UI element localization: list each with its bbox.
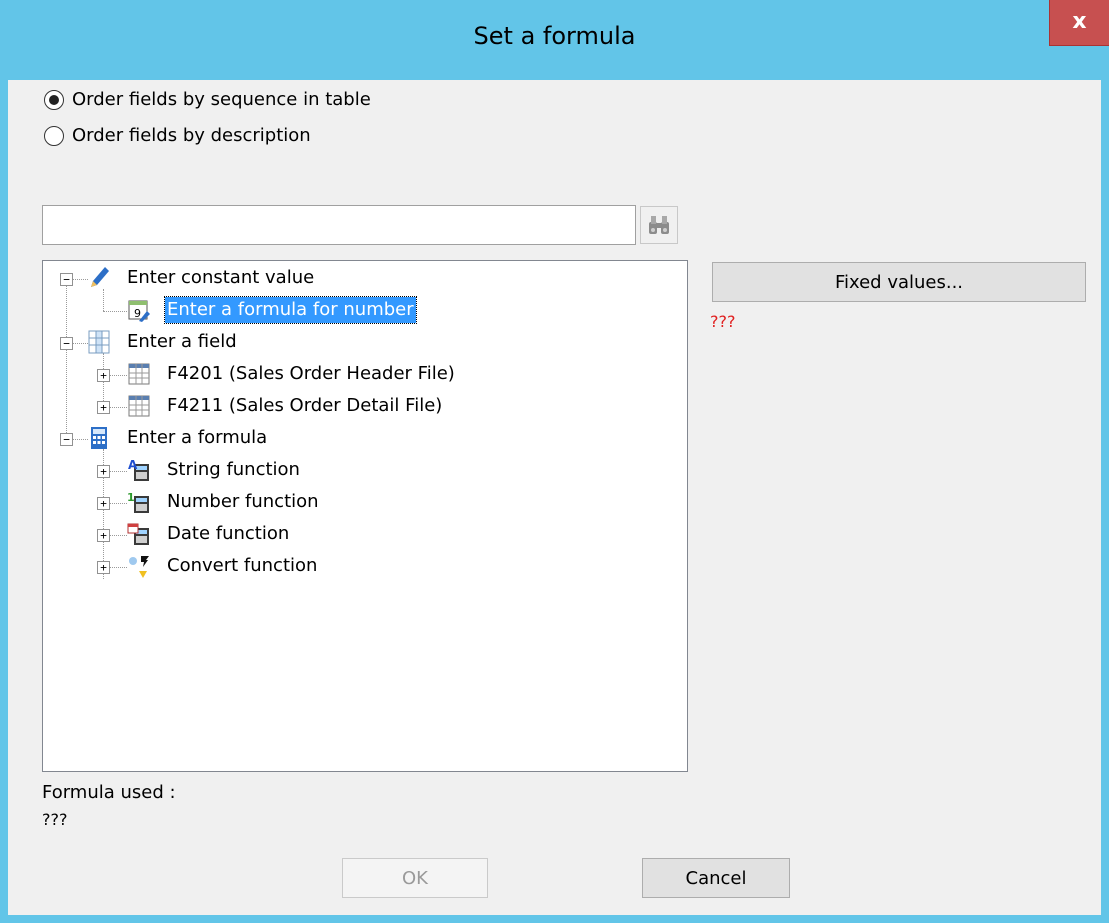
order-by-sequence-radio[interactable] xyxy=(44,89,64,110)
calculator-icon xyxy=(91,427,107,449)
title-bar[interactable]: Set a formula x xyxy=(0,0,1109,80)
order-by-description-option[interactable]: Order fields by description xyxy=(44,125,311,146)
dialog-window: Set a formula x Order fields by sequence… xyxy=(0,0,1109,923)
status-text: ??? xyxy=(710,312,736,331)
formula-used-label: Formula used : xyxy=(42,782,176,803)
expand-icon[interactable]: + xyxy=(97,401,110,414)
order-by-description-radio[interactable] xyxy=(44,125,64,146)
cancel-button[interactable]: Cancel xyxy=(642,858,790,898)
number-formula-icon: 9 xyxy=(128,300,150,322)
table-icon xyxy=(128,363,150,385)
tree-label-constant: Enter constant value xyxy=(127,267,315,288)
svg-text:9: 9 xyxy=(134,307,141,320)
tree-node-number-function[interactable]: + 1 Number function xyxy=(43,489,683,519)
order-by-sequence-label: Order fields by sequence in table xyxy=(72,89,371,110)
tree-node-field[interactable]: − Enter a field xyxy=(43,329,683,359)
tree-label-date-function: Date function xyxy=(167,523,290,544)
tree-node-date-function[interactable]: + Date function xyxy=(43,521,683,551)
tree-label-string-function: String function xyxy=(167,459,300,480)
formula-used-value: ??? xyxy=(42,810,68,829)
collapse-icon[interactable]: − xyxy=(60,433,73,446)
svg-text:1: 1 xyxy=(127,491,135,504)
formula-tree[interactable]: − Enter constant value 9 Enter a formula… xyxy=(42,260,688,772)
order-by-sequence-option[interactable]: Order fields by sequence in table xyxy=(44,89,371,110)
dialog-body: Order fields by sequence in table Order … xyxy=(8,80,1101,915)
convert-function-icon xyxy=(129,556,149,578)
tree-label-f4201: F4201 (Sales Order Header File) xyxy=(167,363,455,384)
table-icon xyxy=(128,395,150,417)
date-function-icon xyxy=(127,523,149,545)
tree-node-constant[interactable]: − Enter constant value xyxy=(43,265,683,295)
string-function-icon: A xyxy=(128,458,149,481)
pencil-icon xyxy=(91,267,109,287)
ok-button[interactable]: OK xyxy=(342,858,488,898)
tree-label-field: Enter a field xyxy=(127,331,237,352)
tree-label-formula: Enter a formula xyxy=(127,427,268,448)
close-button[interactable]: x xyxy=(1049,0,1109,46)
expand-icon[interactable]: + xyxy=(97,497,110,510)
binoculars-icon xyxy=(649,216,669,234)
collapse-icon[interactable]: − xyxy=(60,273,73,286)
tree-node-f4201[interactable]: + F4201 (Sales Order Header File) xyxy=(43,361,683,391)
tree-node-string-function[interactable]: + A String function xyxy=(43,457,683,487)
expand-icon[interactable]: + xyxy=(97,561,110,574)
expand-icon[interactable]: + xyxy=(97,369,110,382)
field-column-icon xyxy=(88,330,110,354)
tree-node-f4211[interactable]: + F4211 (Sales Order Detail File) xyxy=(43,393,683,423)
tree-label-convert-function: Convert function xyxy=(167,555,318,576)
tree-node-convert-function[interactable]: + Convert function xyxy=(43,553,683,583)
fixed-values-button[interactable]: Fixed values... xyxy=(712,262,1086,302)
expand-icon[interactable]: + xyxy=(97,465,110,478)
number-function-icon: 1 xyxy=(127,491,149,513)
dialog-title: Set a formula xyxy=(473,22,636,50)
find-button[interactable] xyxy=(640,206,678,244)
svg-text:A: A xyxy=(128,458,138,472)
collapse-icon[interactable]: − xyxy=(60,337,73,350)
tree-label-number-function: Number function xyxy=(167,491,319,512)
expand-icon[interactable]: + xyxy=(97,529,110,542)
tree-label-f4211: F4211 (Sales Order Detail File) xyxy=(167,395,443,416)
tree-node-formula-for-number[interactable]: 9 Enter a formula for number xyxy=(43,296,683,327)
order-by-description-label: Order fields by description xyxy=(72,125,311,146)
search-input[interactable] xyxy=(42,205,636,245)
tree-label-formula-for-number: Enter a formula for number xyxy=(164,296,417,324)
tree-node-formula[interactable]: − Enter a formula xyxy=(43,425,683,455)
